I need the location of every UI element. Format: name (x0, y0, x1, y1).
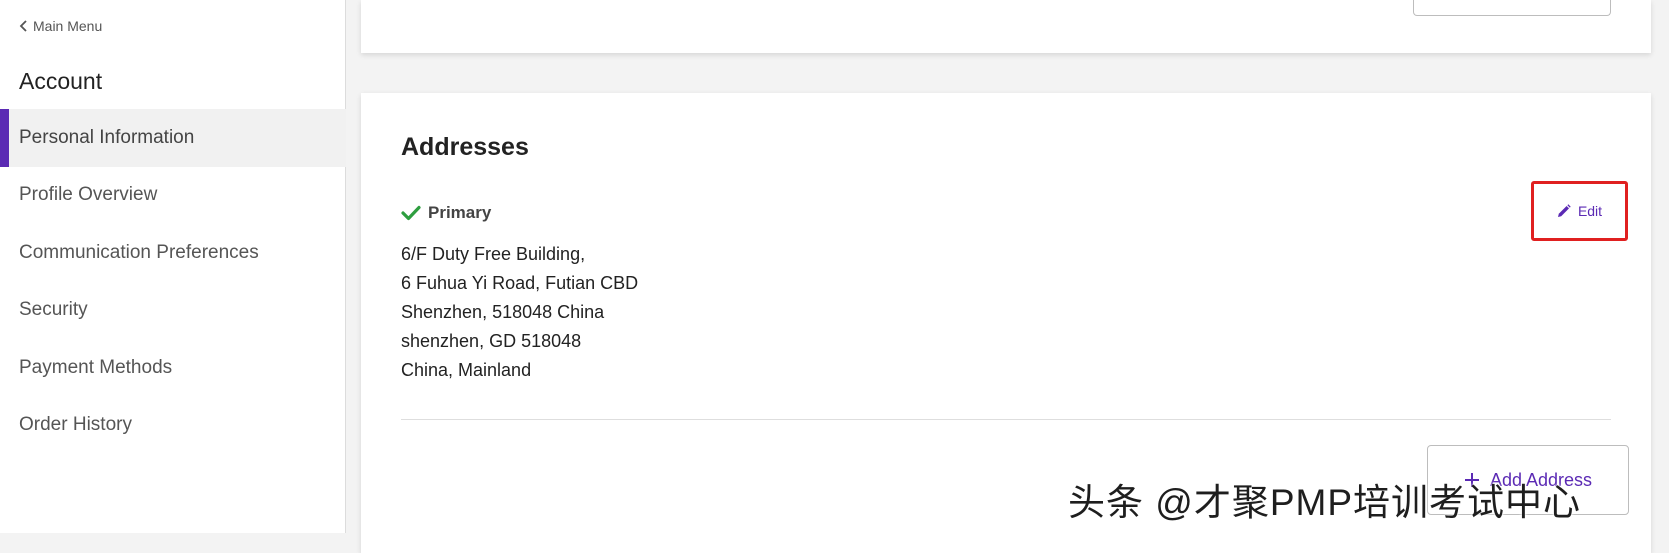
address-line: China, Mainland (401, 360, 532, 380)
sidebar-item-communication-preferences[interactable]: Communication Preferences (0, 224, 346, 282)
main-content: Addresses Primary 6/F Duty Free Building… (347, 0, 1669, 553)
primary-label: Primary (428, 203, 492, 222)
main-menu-label: Main Menu (33, 18, 103, 34)
sidebar-item-label: Communication Preferences (19, 241, 259, 263)
main-menu-link[interactable]: Main Menu (19, 18, 102, 34)
address-line: shenzhen, GD 518048 (401, 331, 582, 351)
address-line: Shenzhen, 518048 China (401, 302, 605, 322)
sidebar-item-label: Security (19, 299, 88, 321)
check-icon (401, 205, 421, 221)
previous-section-button[interactable] (1413, 0, 1611, 16)
sidebar-item-label: Payment Methods (19, 356, 173, 378)
sidebar-item-security[interactable]: Security (0, 282, 346, 340)
watermark-text: 头条 @才聚PMP培训考试中心 (1068, 482, 1582, 523)
sidebar-item-profile-overview[interactable]: Profile Overview (0, 167, 346, 225)
sidebar-item-personal-information[interactable]: Personal Information (0, 109, 346, 167)
address-line: 6 Fuhua Yi Road, Futian CBD (401, 273, 639, 293)
address-line: 6/F Duty Free Building, (401, 244, 586, 264)
account-sidebar: Main Menu Account Personal Information P… (0, 0, 346, 533)
primary-badge: Primary (401, 203, 491, 223)
account-nav: Personal Information Profile Overview Co… (0, 109, 346, 454)
primary-address: 6/F Duty Free Building, 6 Fuhua Yi Road,… (401, 240, 638, 385)
sidebar-item-label: Personal Information (19, 126, 195, 148)
addresses-title: Addresses (401, 133, 529, 161)
account-title: Account (19, 68, 103, 94)
edit-address-button[interactable]: Edit (1531, 181, 1628, 241)
sidebar-item-label: Profile Overview (19, 184, 158, 206)
sidebar-item-payment-methods[interactable]: Payment Methods (0, 339, 346, 397)
pencil-icon (1557, 204, 1571, 217)
divider (401, 419, 1611, 420)
previous-section-card (361, 0, 1651, 53)
chevron-left-icon (19, 20, 27, 32)
sidebar-item-label: Order History (19, 414, 132, 436)
edit-label: Edit (1577, 203, 1603, 219)
sidebar-item-order-history[interactable]: Order History (0, 397, 346, 455)
